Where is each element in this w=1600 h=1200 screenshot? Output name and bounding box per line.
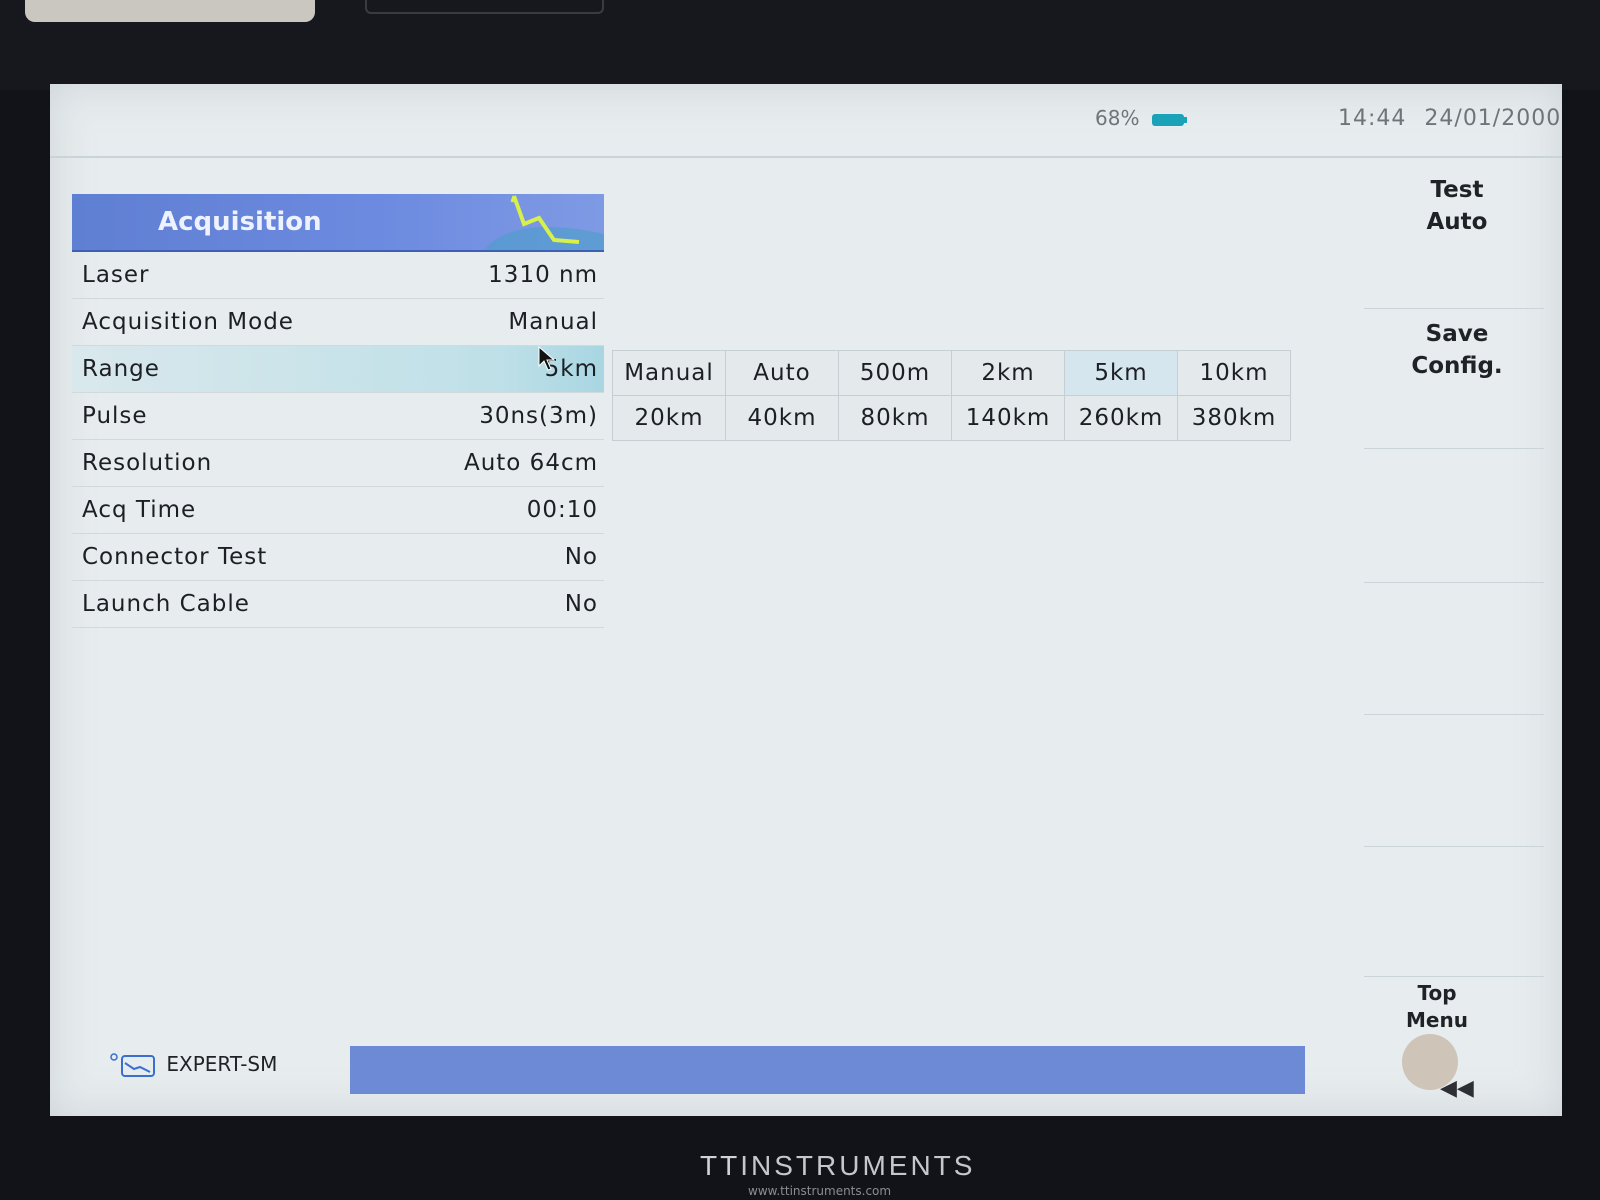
range-option-10km[interactable]: 10km xyxy=(1177,350,1291,396)
setting-row-range[interactable]: Range 5km xyxy=(72,346,604,393)
softkey-divider xyxy=(1364,714,1544,715)
setting-value: 00:10 xyxy=(526,497,598,523)
mode-label: EXPERT-SM xyxy=(166,1052,278,1076)
setting-row-acq-time[interactable]: Acq Time 00:10 xyxy=(72,487,604,534)
range-options-grid: Manual Auto 500m 2km 5km 10km 20km 40km … xyxy=(612,350,1291,441)
setting-row-launch-cable[interactable]: Launch Cable No xyxy=(72,581,604,628)
setting-label: Resolution xyxy=(82,450,213,476)
setting-row-resolution[interactable]: Resolution Auto 64cm xyxy=(72,440,604,487)
setting-label: Connector Test xyxy=(82,544,268,570)
softkey-divider xyxy=(1364,976,1544,977)
range-option-20km[interactable]: 20km xyxy=(612,395,726,441)
device-top-tab-outline xyxy=(365,0,604,14)
setting-label: Laser xyxy=(82,262,150,288)
setting-label: Acq Time xyxy=(82,497,197,523)
mouse-cursor-icon xyxy=(538,346,556,371)
date: 24/01/2000 xyxy=(1424,106,1562,131)
setting-row-laser[interactable]: Laser 1310 nm xyxy=(72,252,604,299)
status-header: 68% 14:44 24/01/2000 xyxy=(50,84,1562,158)
brand-tt: TT xyxy=(700,1150,741,1181)
otdr-trace-icon xyxy=(484,195,604,250)
softkey-label: Config. xyxy=(1411,353,1503,379)
range-option-5km[interactable]: 5km xyxy=(1064,350,1178,396)
softkey-divider xyxy=(1364,846,1544,847)
softkey-label: Save xyxy=(1425,321,1489,347)
range-option-380km[interactable]: 380km xyxy=(1177,395,1291,441)
brand-url: www.ttinstruments.com xyxy=(748,1184,892,1198)
setting-label: Range xyxy=(82,356,160,382)
setting-value: Manual xyxy=(508,309,598,335)
setting-row-pulse[interactable]: Pulse 30ns(3m) xyxy=(72,393,604,440)
clock: 14:44 24/01/2000 xyxy=(1338,106,1561,131)
range-option-80km[interactable]: 80km xyxy=(838,395,952,441)
back-icon[interactable]: ◀◀ xyxy=(1440,1076,1474,1101)
softkey-divider xyxy=(1364,308,1544,309)
brand-name: INSTRUMENTS xyxy=(740,1150,976,1181)
softkey-divider xyxy=(1364,448,1544,449)
softkey-divider xyxy=(1364,582,1544,583)
range-option-500m[interactable]: 500m xyxy=(838,350,952,396)
setting-label: Pulse xyxy=(82,403,148,429)
battery-percent: 68% xyxy=(1095,106,1140,130)
setting-value: Auto 64cm xyxy=(463,450,598,476)
softkey-label: Menu xyxy=(1406,1008,1468,1032)
setting-value: 1310 nm xyxy=(488,262,598,288)
status-bar xyxy=(350,1046,1305,1094)
acquisition-title-bar: Acquisition xyxy=(72,194,604,252)
setting-value: 30ns(3m) xyxy=(479,403,598,429)
softkey-column: Test Auto Save Config. Top Menu xyxy=(1362,158,1562,1108)
battery-indicator: 68% xyxy=(1095,106,1188,130)
range-option-260km[interactable]: 260km xyxy=(1064,395,1178,441)
top-menu-button[interactable]: Top Menu xyxy=(1362,980,1512,1034)
time: 14:44 xyxy=(1338,106,1407,131)
range-option-140km[interactable]: 140km xyxy=(951,395,1065,441)
range-option-auto[interactable]: Auto xyxy=(725,350,839,396)
softkey-label: Auto xyxy=(1426,209,1488,235)
setting-value: No xyxy=(564,591,598,617)
device-screen: 68% 14:44 24/01/2000 Acquisition Laser 1… xyxy=(50,84,1562,1116)
softkey-label: Test xyxy=(1430,177,1484,203)
range-option-2km[interactable]: 2km xyxy=(951,350,1065,396)
setting-row-connector-test[interactable]: Connector Test No xyxy=(72,534,604,581)
device-top-tab xyxy=(25,0,315,22)
save-config-button[interactable]: Save Config. xyxy=(1382,318,1532,382)
test-auto-button[interactable]: Test Auto xyxy=(1382,174,1532,238)
mode-indicator: EXPERT-SM xyxy=(110,1052,277,1079)
softkey-label: Top xyxy=(1417,981,1457,1005)
brand-logo: TTINSTRUMENTS xyxy=(700,1150,975,1182)
range-option-40km[interactable]: 40km xyxy=(725,395,839,441)
acquisition-title: Acquisition xyxy=(158,207,322,237)
setting-row-acquisition-mode[interactable]: Acquisition Mode Manual xyxy=(72,299,604,346)
setting-value: No xyxy=(564,544,598,570)
setting-label: Acquisition Mode xyxy=(82,309,294,335)
acquisition-panel: Acquisition Laser 1310 nm Acquisition Mo… xyxy=(72,194,604,628)
otdr-mode-icon xyxy=(110,1052,155,1077)
setting-label: Launch Cable xyxy=(82,591,250,617)
range-option-manual[interactable]: Manual xyxy=(612,350,726,396)
battery-icon xyxy=(1151,113,1187,126)
